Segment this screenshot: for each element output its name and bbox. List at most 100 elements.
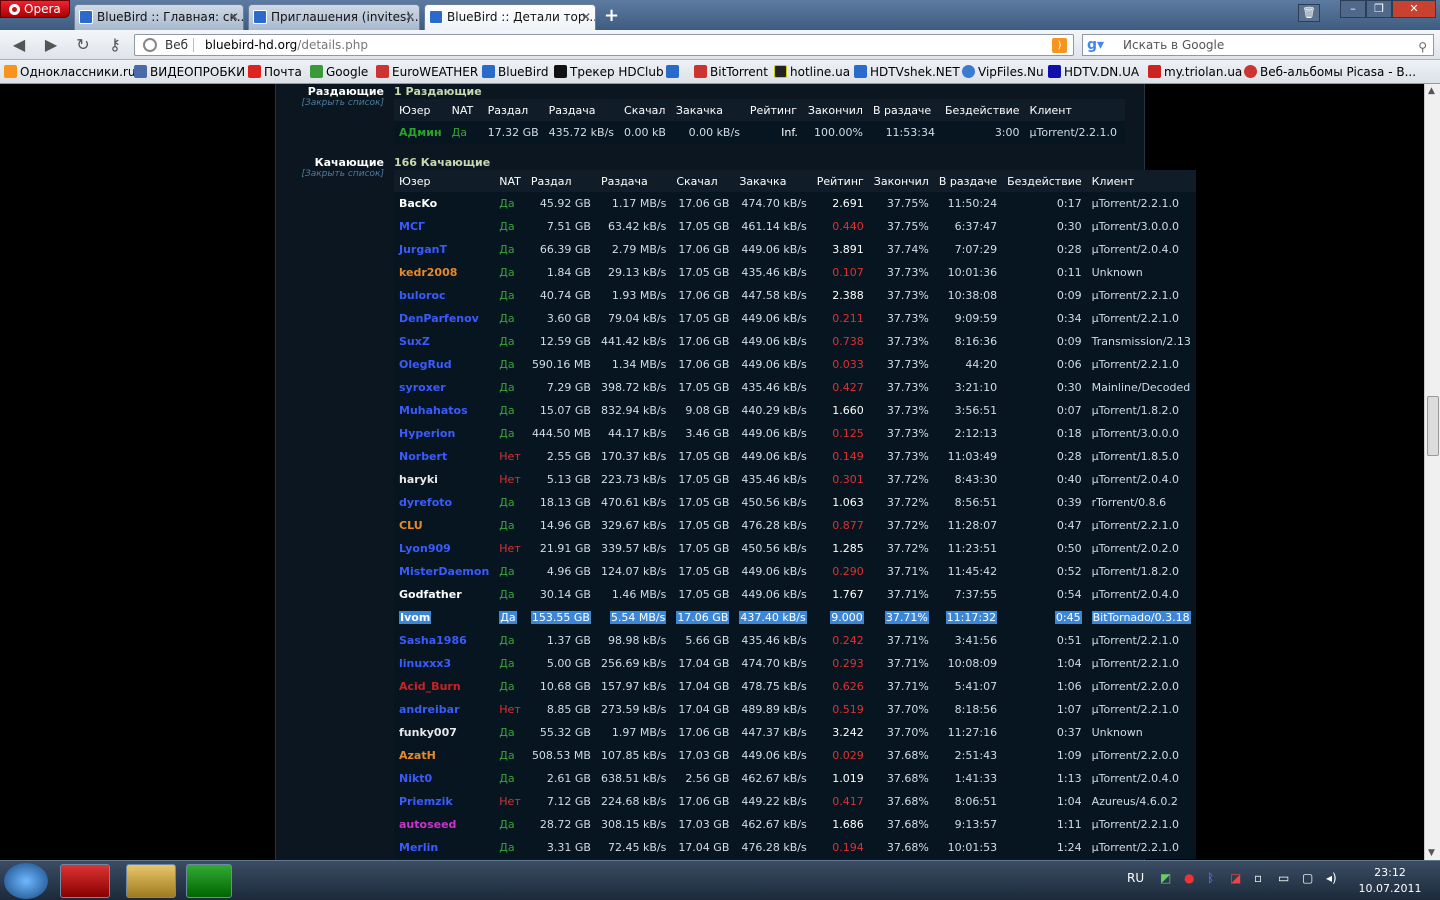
peer-username[interactable]: Ivom [394,606,495,629]
column-header[interactable]: Закачка [734,170,812,192]
seeders-close-link[interactable]: [Закрыть список] [301,98,384,108]
column-header[interactable]: В раздаче [933,170,1003,192]
tab-3-active[interactable]: BlueBird :: Детали тор... ✕ [424,4,596,30]
column-header[interactable]: Клиент [1024,99,1125,121]
peer-username[interactable]: Acid_Burn [394,675,495,698]
column-header[interactable]: Бездействие [939,99,1025,121]
column-header[interactable]: В раздаче [867,99,940,121]
peer-username[interactable]: АДмин [394,121,447,144]
peer-username[interactable]: buloroc [394,284,495,307]
monitor-icon[interactable]: ▢ [1302,871,1313,885]
bookmark-unlabeled[interactable] [666,60,682,83]
column-header[interactable]: Скачал [671,170,735,192]
opera-menu-button[interactable]: Opera [0,0,70,18]
scrollbar-thumb[interactable] [1427,396,1439,456]
column-header[interactable]: Закончил [868,170,934,192]
bookmark-mail[interactable]: Почта [248,60,302,83]
column-header[interactable]: Раздал [525,170,596,192]
column-header[interactable]: Раздал [482,99,544,121]
peer-username[interactable]: OlegRud [394,353,495,376]
column-header[interactable]: NAT [446,99,483,121]
volume-icon[interactable]: ◂) [1326,871,1337,885]
column-header[interactable]: Раздача [595,170,672,192]
leechers-close-link[interactable]: [Закрыть список] [301,169,384,179]
peer-username[interactable]: DenParfenov [394,307,495,330]
taskbar-utorrent[interactable] [186,864,232,898]
vertical-scrollbar[interactable]: ▲ ▼ [1424,84,1440,860]
column-header[interactable]: Рейтинг [744,99,803,121]
peer-username[interactable]: Muhahatos [394,399,495,422]
column-header[interactable]: Раздача [543,99,620,121]
scroll-up-icon[interactable]: ▲ [1428,86,1435,96]
peer-username[interactable]: haryki [394,468,495,491]
tab-close-icon[interactable]: ✕ [405,5,415,29]
taskbar-opera[interactable] [60,864,110,898]
peer-username[interactable]: kedr2008 [394,261,495,284]
network-icon[interactable]: ◩ [1160,871,1171,885]
column-header[interactable]: Бездействие [1002,170,1087,192]
peer-username[interactable]: dyrefoto [394,491,495,514]
peer-username[interactable]: Lyon909 [394,537,495,560]
new-tab-icon[interactable]: + [604,5,619,26]
tab-1[interactable]: BlueBird :: Главная: ск... ✕ [74,4,244,30]
column-header[interactable]: NAT [494,170,526,192]
search-field[interactable]: g▾ Искать в Google ⚲ [1082,34,1434,56]
rss-icon[interactable]: ) [1052,38,1067,53]
peer-username[interactable]: autoseed [394,813,495,836]
scroll-down-icon[interactable]: ▼ [1428,848,1435,858]
peer-username[interactable]: syroxer [394,376,495,399]
peer-username[interactable]: funky007 [394,721,495,744]
peer-username[interactable]: andreibar [394,698,495,721]
device-icon[interactable]: ▫ [1254,871,1262,885]
opera-tray-icon[interactable]: ● [1184,871,1194,885]
peer-username[interactable]: Nikt0 [394,767,495,790]
address-field[interactable]: Веб bluebird-hd.org/details.php ) [134,34,1074,56]
forward-icon[interactable]: ▶ [40,35,62,55]
column-header[interactable]: Юзер [394,99,447,121]
column-header[interactable]: Клиент [1086,170,1196,192]
bookmark-hotline[interactable]: hotline.ua [774,60,850,83]
address-url[interactable]: bluebird-hd.org/details.php [205,35,368,55]
minimize-button[interactable]: – [1340,0,1366,18]
peer-username[interactable]: MisterDaemon [394,560,495,583]
tray-icon[interactable]: ▭ [1278,871,1289,885]
peer-username[interactable]: Godfather [394,583,495,606]
bookmark-euroweather[interactable]: EuroWEATHER [376,60,478,83]
search-icon[interactable]: ⚲ [1418,37,1427,57]
column-header[interactable]: Скачал [619,99,671,121]
security-icon[interactable]: ◪ [1230,871,1241,885]
peer-username[interactable]: Merlin [394,836,495,859]
tab-close-icon[interactable]: ✕ [581,5,591,29]
bookmark-triolan[interactable]: my.triolan.ua [1148,60,1242,83]
column-header[interactable]: Юзер [394,170,495,192]
reload-icon[interactable]: ↻ [72,35,94,55]
peer-username[interactable]: Sasha1986 [394,629,495,652]
tab-2[interactable]: Приглашения (invites)... ✕ [248,4,420,30]
peer-username[interactable]: AzatH [394,744,495,767]
bookmark-bluebird[interactable]: BlueBird [482,60,548,83]
peer-username[interactable]: CLU [394,514,495,537]
bookmark-odnoklassniki[interactable]: Одноклассники.ru [4,60,135,83]
peer-username[interactable]: JurganT [394,238,495,261]
trash-icon[interactable]: 🗑 [1298,4,1320,22]
column-header[interactable]: Закончил [802,99,868,121]
bookmark-videoprobki[interactable]: ВИДЕОПРОБКИ [134,60,245,83]
peer-username[interactable]: Hyperion [394,422,495,445]
back-icon[interactable]: ◀ [8,35,30,55]
peer-username[interactable]: MCГ [394,215,495,238]
maximize-button[interactable]: ❐ [1366,0,1392,18]
clock[interactable]: 23:12 10.07.2011 [1350,865,1430,897]
language-indicator[interactable]: RU [1127,871,1144,885]
bookmark-hdclub[interactable]: Трекер HDClub [554,60,664,83]
bookmark-vipfiles[interactable]: VipFiles.Nu [962,60,1044,83]
peer-username[interactable]: Priemzik [394,790,495,813]
column-header[interactable]: Рейтинг [811,170,869,192]
bookmark-google[interactable]: Google [310,60,368,83]
bookmark-picasa[interactable]: Веб-альбомы Picasa - B... [1244,60,1416,83]
peer-username[interactable]: linuxxx3 [394,652,495,675]
bookmark-hdtvshek[interactable]: HDTVshek.NET [854,60,960,83]
bluetooth-icon[interactable]: ᛒ [1207,871,1214,885]
peer-username[interactable]: Norbert [394,445,495,468]
column-header[interactable]: Закачка [670,99,745,121]
google-icon[interactable]: g▾ [1087,37,1104,53]
